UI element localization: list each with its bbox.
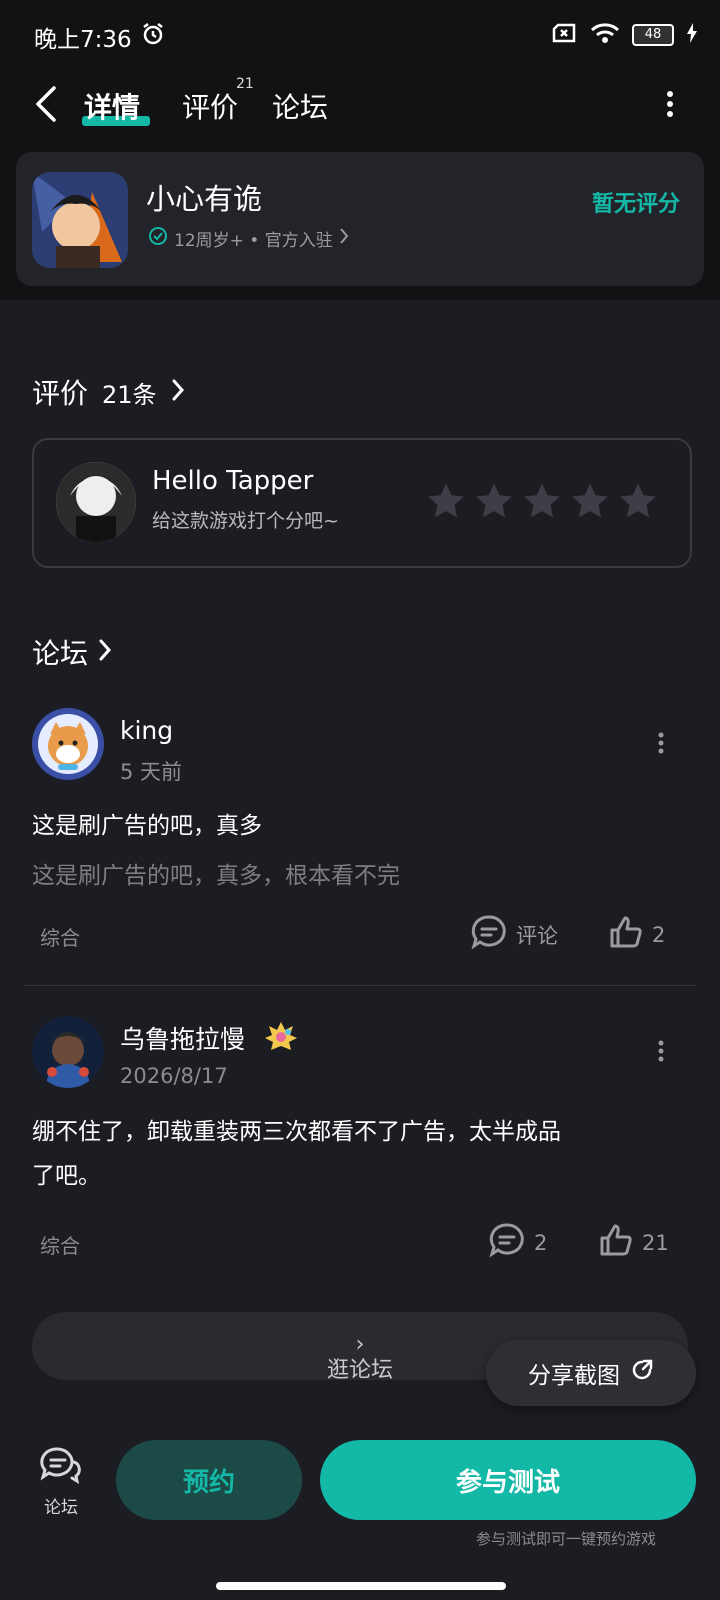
reserve-label: 预约 xyxy=(182,1467,235,1498)
post-category-tag[interactable]: 综合 xyxy=(40,1230,80,1259)
join-test-button[interactable]: 参与测试 xyxy=(320,1440,696,1520)
forum-icon xyxy=(40,1446,82,1489)
post-divider xyxy=(24,985,696,986)
like-count: 21 xyxy=(642,1230,669,1255)
sim-off-icon xyxy=(552,23,578,47)
share-screenshot-label: 分享截图 xyxy=(528,1363,620,1389)
comment-icon xyxy=(470,914,508,955)
user-badge-icon xyxy=(264,1020,298,1054)
share-screenshot-button[interactable]: 分享截图 xyxy=(486,1340,696,1406)
post-more-icon[interactable] xyxy=(658,1040,664,1066)
star-icon[interactable] xyxy=(474,482,514,520)
chevron-right-icon xyxy=(339,227,349,250)
star-icon[interactable] xyxy=(522,482,562,520)
forum-title: 论坛 xyxy=(32,637,89,670)
bottom-forum-label: 论坛 xyxy=(44,1498,78,1518)
user-avatar xyxy=(56,462,136,542)
app-meta[interactable]: 12周岁+ • 官方入驻 xyxy=(148,226,349,251)
like-button[interactable]: 2 xyxy=(608,914,665,955)
thumbs-up-icon xyxy=(608,914,644,955)
tab-forum[interactable]: 论坛 xyxy=(272,86,328,126)
status-bar: 晚上7:36 48 xyxy=(0,0,720,72)
thumbs-up-icon xyxy=(598,1222,634,1263)
back-icon[interactable] xyxy=(34,86,58,126)
post-author-avatar[interactable] xyxy=(32,1016,104,1088)
reviews-title: 评价 xyxy=(32,377,89,410)
post-category-tag[interactable]: 综合 xyxy=(40,922,80,951)
comment-icon xyxy=(488,1222,526,1263)
wifi-icon xyxy=(590,22,620,48)
charging-icon xyxy=(686,23,698,47)
star-icon[interactable] xyxy=(426,482,466,520)
rating-status: 暂无评分 xyxy=(591,192,680,217)
comment-count: 评论 xyxy=(516,923,558,948)
home-indicator[interactable] xyxy=(216,1582,506,1590)
like-button[interactable]: 21 xyxy=(598,1222,669,1263)
star-rating-input[interactable] xyxy=(426,482,658,520)
more-options-icon[interactable] xyxy=(666,90,674,122)
comment-button[interactable]: 2 xyxy=(488,1222,547,1263)
like-count: 2 xyxy=(652,922,666,947)
post-author-avatar[interactable] xyxy=(32,708,104,780)
post-time: 5 天前 xyxy=(120,760,183,784)
post-body-line: 绷不住了，卸载重装两三次都看不了广告，太半成品 xyxy=(32,1119,561,1145)
comment-button[interactable]: 评论 xyxy=(470,914,558,955)
alarm-icon xyxy=(142,22,164,50)
current-username: Hello Tapper xyxy=(152,466,314,496)
chevron-right-icon xyxy=(98,638,112,666)
post-excerpt[interactable]: 这是刷广告的吧，真多，根本看不完 xyxy=(32,856,400,890)
star-icon[interactable] xyxy=(570,482,610,520)
reviews-section-header[interactable]: 评价 21条 xyxy=(32,372,185,412)
battery-indicator: 48 xyxy=(632,24,674,46)
forum-section-header[interactable]: 论坛 xyxy=(32,632,112,672)
tab-reviews[interactable]: 评价 xyxy=(182,86,238,126)
post-author-name[interactable]: 乌鲁拖拉慢 xyxy=(120,1020,245,1056)
join-test-label: 参与测试 xyxy=(455,1467,560,1498)
review-count-badge: 21 xyxy=(236,76,254,92)
share-icon xyxy=(630,1358,654,1388)
star-icon[interactable] xyxy=(618,482,658,520)
post-author-name[interactable]: king xyxy=(120,716,173,745)
post-more-icon[interactable] xyxy=(658,732,664,758)
join-test-note: 参与测试即可一键预约游戏 xyxy=(476,1530,657,1548)
reviews-count: 21条 xyxy=(102,380,157,409)
tab-details[interactable]: 详情 xyxy=(84,86,140,126)
verified-icon xyxy=(148,226,168,251)
post-body-line: 了吧。 xyxy=(32,1163,101,1189)
app-icon xyxy=(32,172,128,268)
reserve-button[interactable]: 预约 xyxy=(116,1440,302,1520)
app-meta-text: 12周岁+ • 官方入驻 xyxy=(174,231,333,251)
status-time: 晚上7:36 xyxy=(34,27,132,53)
comment-count: 2 xyxy=(534,1230,548,1255)
bottom-forum-button[interactable]: 论坛 xyxy=(40,1446,82,1518)
post-title[interactable]: 这是刷广告的吧，真多 xyxy=(32,806,262,840)
app-name: 小心有诡 xyxy=(146,182,263,216)
post-body[interactable]: 绷不住了，卸载重装两三次都看不了广告，太半成品 了吧。 xyxy=(32,1110,692,1198)
chevron-right-icon xyxy=(171,378,185,406)
rating-prompt: 给这款游戏打个分吧~ xyxy=(152,510,339,532)
status-icons: 48 xyxy=(552,22,698,48)
post-time: 2026/8/17 xyxy=(120,1064,228,1088)
